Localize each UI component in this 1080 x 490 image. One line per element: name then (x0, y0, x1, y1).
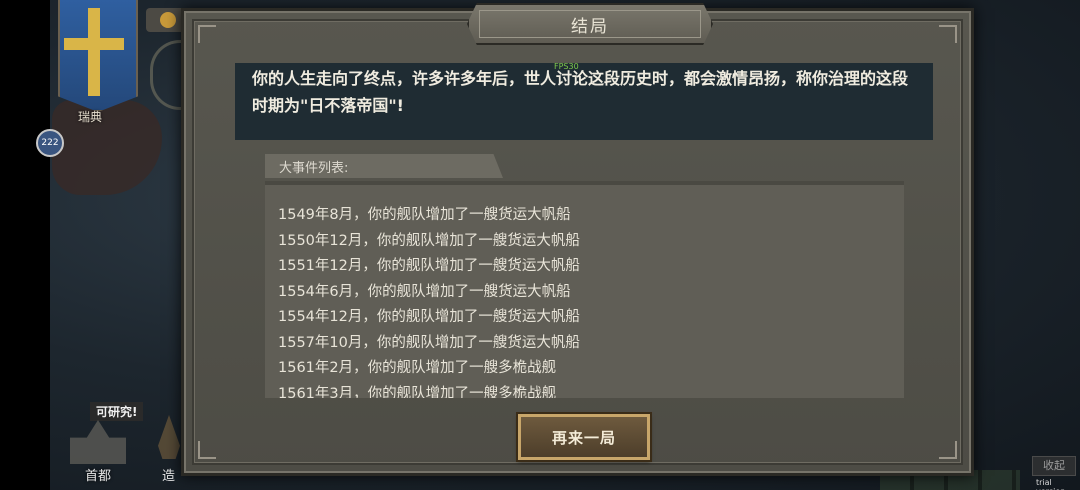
dialog-title-plate: 结局 (467, 3, 713, 45)
event-list-item: 1550年12月，你的舰队增加了一艘货运大帆船 (278, 232, 580, 249)
event-list-item: 1554年12月，你的舰队增加了一艘货运大帆船 (278, 309, 580, 325)
ending-dialog: 结局 你的人生走向了终点，许多许多年后，世人讨论这段历史时，都会激情昂扬，称你治… (181, 3, 974, 476)
research-available-badge[interactable]: 可研究! (90, 402, 144, 421)
country-name-label: 瑞典 (77, 110, 102, 124)
events-list-panel[interactable]: 1549年8月，你的舰队增加了一艘货运大帆船 1550年12月，你的舰队增加了一… (265, 181, 904, 398)
flag-cross-icon (64, 38, 124, 50)
event-list-item: 1561年3月，你的舰队增加了一艘多桅战舰 (278, 385, 557, 399)
frame-corner-ornament (939, 441, 957, 459)
capital-label[interactable]: 首都 (70, 465, 126, 484)
frame-corner-ornament (939, 25, 957, 43)
dialog-title: 结局 (571, 16, 609, 37)
event-list-item: 1557年10月，你的舰队增加了一艘货运大帆船 (278, 334, 580, 351)
event-list-item: 1549年8月，你的舰队增加了一艘货运大帆船 (278, 207, 571, 223)
events-header-label: 大事件列表: (279, 161, 349, 176)
map-marker-button[interactable]: 222 (36, 129, 64, 157)
event-list-item: 1561年2月，你的舰队增加了一艘多桅战舰 (278, 360, 557, 376)
play-again-button[interactable]: 再来一局 (518, 414, 650, 460)
ending-message: 你的人生走向了终点，许多许多年后，世人讨论这段历史时，都会激情昂扬，称你治理的这… (252, 69, 909, 115)
event-list-item: 1551年12月，你的舰队增加了一艘货运大帆船 (278, 258, 580, 274)
collapse-button[interactable]: 收起 (1032, 456, 1076, 476)
fps-overlay: FPS30 (554, 62, 579, 71)
event-list: 1549年8月，你的舰队增加了一艘货运大帆船 1550年12月，你的舰队增加了一… (278, 203, 878, 398)
frame-corner-ornament (198, 25, 216, 43)
left-edge-bar (0, 0, 50, 490)
frame-corner-ornament (198, 441, 216, 459)
trial-watermark: trial version (1036, 478, 1065, 490)
events-header-tab: 大事件列表: (265, 154, 503, 178)
ending-message-box: 你的人生走向了终点，许多许多年后，世人讨论这段历史时，都会激情昂扬，称你治理的这… (235, 63, 933, 140)
gold-coin-icon[interactable] (146, 8, 186, 32)
event-list-item: 1554年6月，你的舰队增加了一艘货运大帆船 (278, 283, 571, 300)
build-label[interactable]: 造 (162, 465, 175, 484)
flag-cross-icon (88, 8, 100, 96)
